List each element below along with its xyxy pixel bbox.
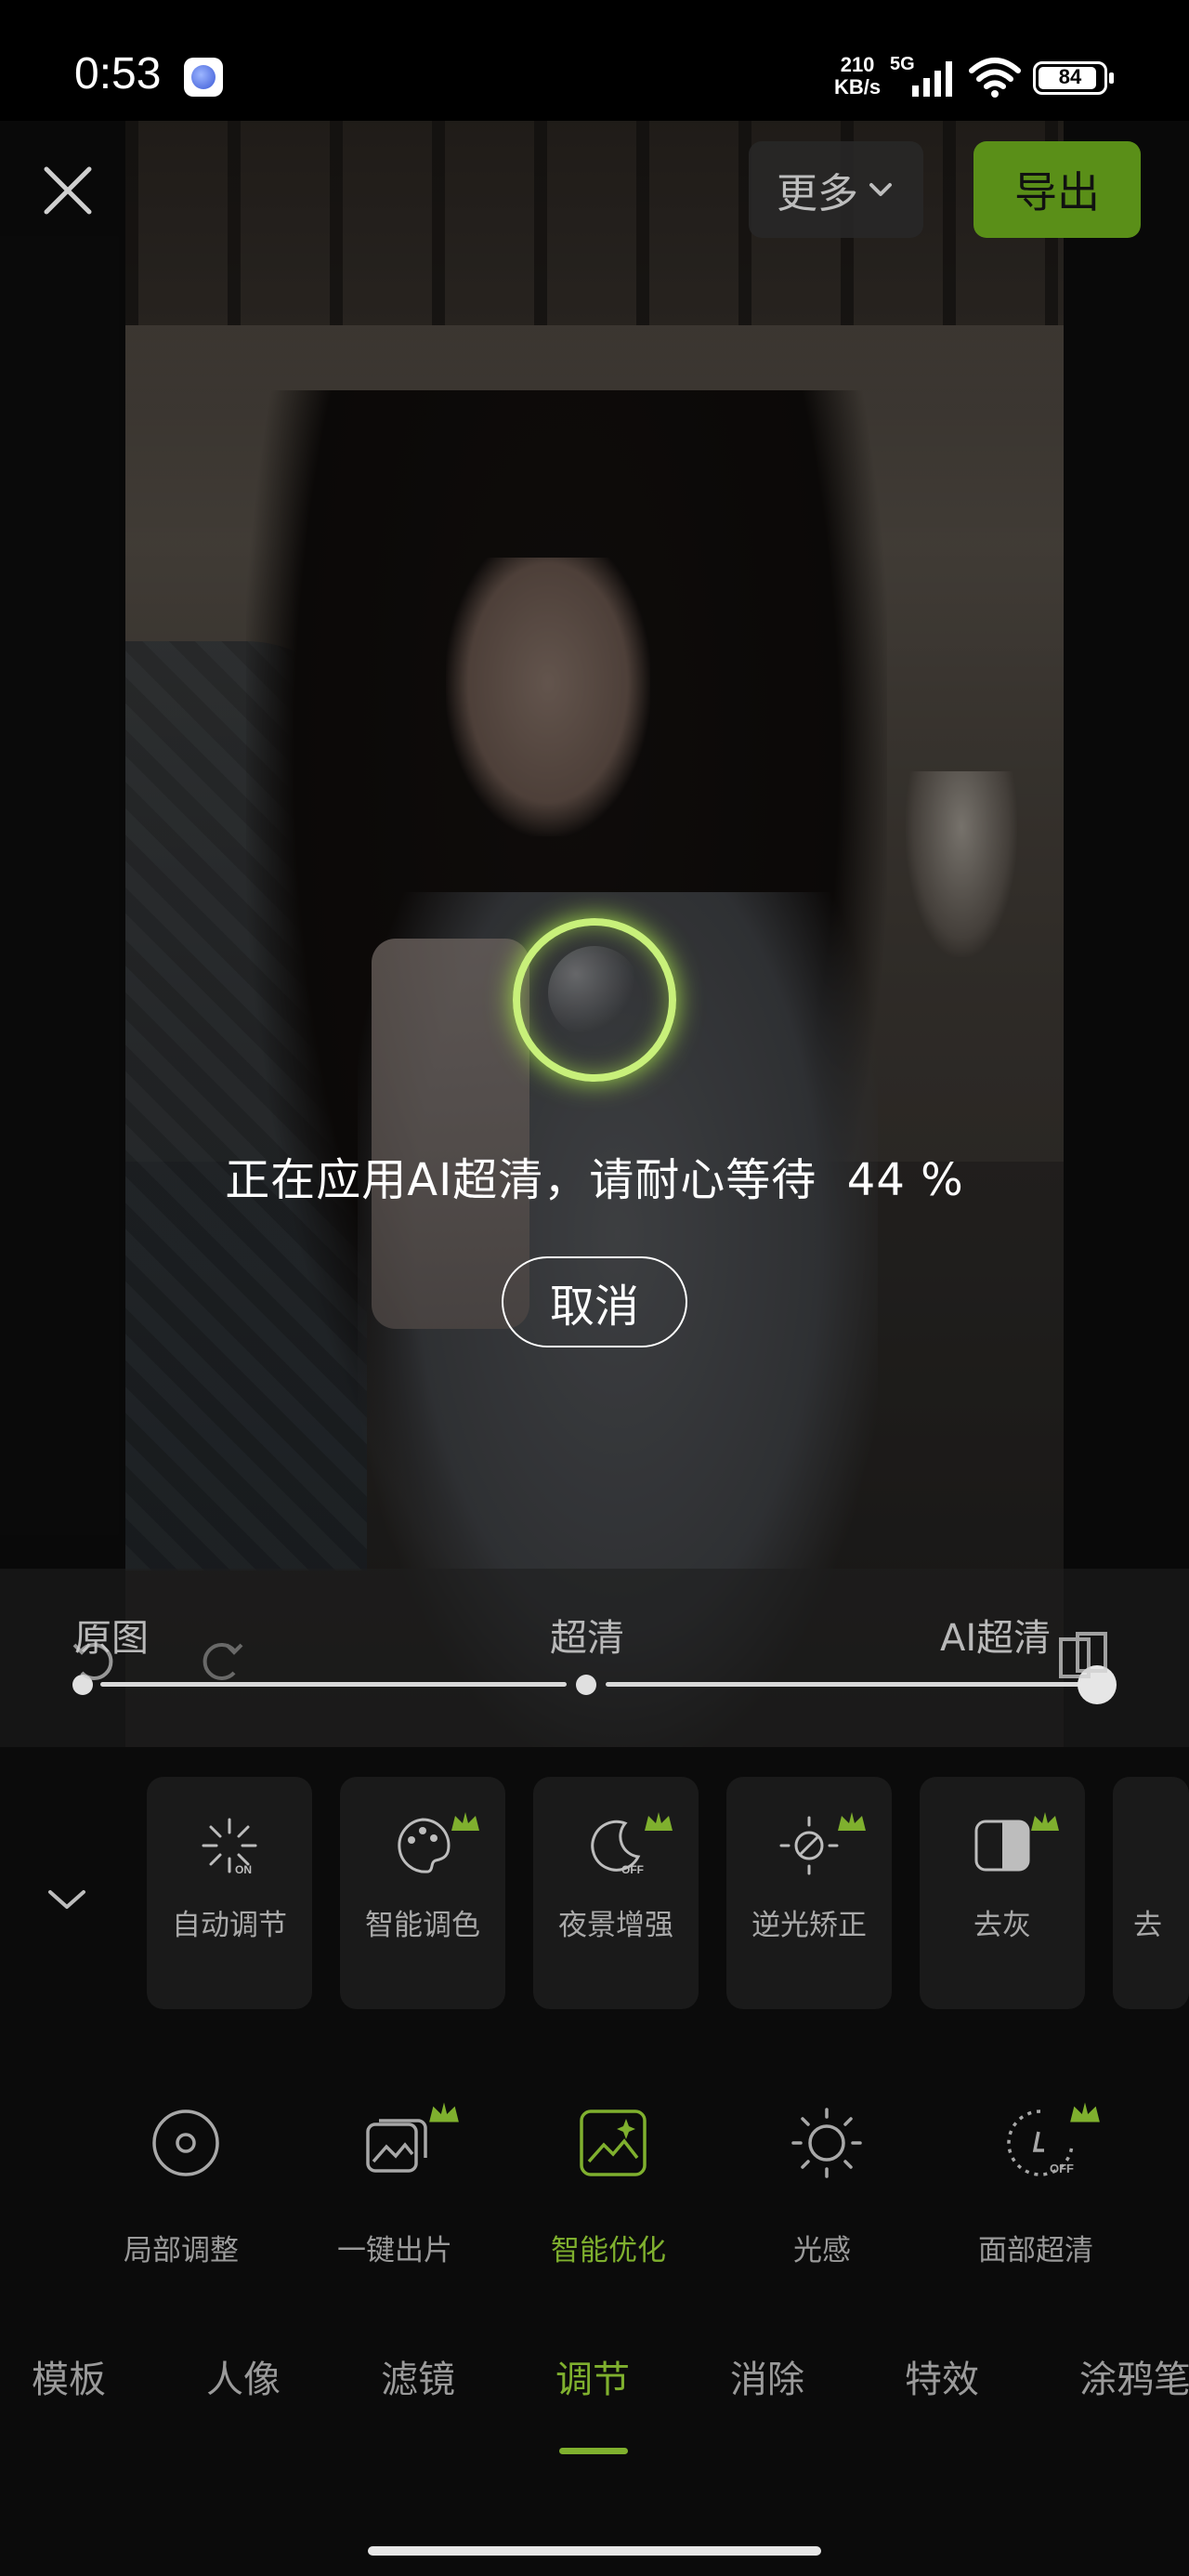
face-hd-icon: OFF [1007,2109,1074,2176]
chevron-down-icon[interactable] [39,1872,95,1927]
slider-label-ai-hd[interactable]: AI超清 [940,1608,1051,1662]
redo-icon[interactable] [195,1632,251,1688]
close-icon[interactable] [35,158,100,223]
feature-label: 一键出片 [337,2234,452,2267]
processing-percent: 44 % [846,1154,964,1206]
svg-text:OFF: OFF [621,1863,644,1876]
dehaze-icon [974,1820,1030,1872]
one-click-photo-icon [366,2119,427,2173]
tab-remove[interactable]: 消除 [730,2349,804,2403]
undo-icon[interactable] [65,1632,121,1688]
tab-filter[interactable]: 滤镜 [381,2349,455,2403]
tab-doodle[interactable]: 涂鸦笔 [1079,2349,1189,2403]
status-bar: 0:53 210 KB/s 5G 84 [0,0,1189,121]
feature-label: 局部调整 [124,2234,239,2267]
status-time: 0:53 [74,49,162,99]
feature-light-sense[interactable]: 光感 [715,2063,929,2286]
battery-level: 84 [1058,65,1082,88]
tab-template[interactable]: 模板 [32,2349,106,2403]
compare-icon[interactable] [1055,1630,1111,1686]
network-speed-value: 210 [840,53,875,76]
crown-icon [1070,2102,1100,2123]
cancel-button[interactable]: 取消 [502,1256,687,1347]
processing-message: 正在应用AI超清，请耐心等待 [225,1154,817,1206]
local-adjust-icon [152,2109,219,2176]
bottom-tab-bar: 模板 人像 滤镜 调节 消除 特效 涂鸦笔 [0,2323,1189,2435]
more-label: 更多 [777,170,858,217]
auto-adjust-icon: ON [202,1818,257,1876]
notification-app-icon [184,58,223,97]
palette-icon [398,1818,451,1873]
processing-status: 正在应用AI超清，请耐心等待 44 % [0,1143,1189,1208]
crown-icon [1031,1812,1059,1831]
light-sense-icon [791,2108,862,2178]
feature-label: 光感 [793,2234,851,2267]
tool-label: 去 [1133,1909,1162,1942]
home-indicator[interactable] [368,2546,821,2556]
feature-label: 面部超清 [978,2234,1093,2267]
chevron-down-icon [869,183,892,196]
active-tab-indicator [559,2448,628,2454]
crown-icon [429,2102,459,2123]
battery-icon: 84 [1033,61,1114,95]
tab-effects[interactable]: 特效 [905,2349,979,2403]
export-button[interactable]: 导出 [973,141,1141,238]
tool-label: 去灰 [973,1909,1031,1942]
slider-track-left [100,1682,567,1687]
slider-label-hd[interactable]: 超清 [550,1608,624,1662]
network-speed-unit: KB/s [834,75,882,99]
tool-label: 逆光矫正 [751,1909,867,1942]
crown-icon [645,1812,673,1831]
tool-label: 夜景增强 [558,1909,673,1942]
tool-label: 自动调节 [172,1909,287,1942]
signal-icon [912,61,952,97]
tab-portrait[interactable]: 人像 [206,2349,281,2403]
feature-smart-optimize[interactable]: 智能优化 [502,2063,715,2286]
tool-backlight-fix[interactable]: 逆光矫正 [726,1777,892,2009]
svg-text:ON: ON [235,1863,252,1876]
feature-label: 智能优化 [551,2234,666,2267]
svg-text:OFF: OFF [1050,2162,1074,2175]
loading-ring [513,918,676,1082]
feature-row[interactable]: 局部调整 一键出片 智能优化 光感 OFF 面部超清 [0,2063,1189,2286]
tool-smart-color[interactable]: 智能调色 [340,1777,505,2009]
smart-optimize-icon [580,2109,647,2176]
feature-face-hd[interactable]: OFF 面部超清 [929,2063,1143,2286]
tool-night-enhance[interactable]: OFF 夜景增强 [533,1777,699,2009]
night-moon-icon: OFF [591,1820,644,1876]
network-speed: 210 KB/s [834,54,881,99]
feature-local-adjust[interactable]: 局部调整 [74,2063,288,2286]
editor-canvas[interactable]: 更多 导出 正在应用AI超清，请耐心等待 44 % 取消 原图 超清 AI超清 [0,121,1189,1747]
tool-partial[interactable]: 去 [1113,1777,1189,2009]
wifi-icon [969,58,1021,98]
tool-auto-adjust[interactable]: ON 自动调节 [147,1777,312,2009]
smart-tools-strip[interactable]: ON 自动调节 智能调色 OFF 夜景增强 逆光矫正 去灰 去 [147,1777,1189,2009]
slider-stop-hd[interactable] [576,1675,596,1695]
slider-track-right [606,1682,1089,1687]
more-button[interactable]: 更多 [749,141,923,238]
tab-adjust[interactable]: 调节 [555,2349,630,2403]
crown-icon [838,1812,866,1831]
feature-one-click[interactable]: 一键出片 [288,2063,502,2286]
backlight-sun-icon [779,1816,839,1875]
tool-dehaze[interactable]: 去灰 [920,1777,1085,2009]
tool-label: 智能调色 [365,1909,480,1942]
crown-icon [451,1812,479,1831]
